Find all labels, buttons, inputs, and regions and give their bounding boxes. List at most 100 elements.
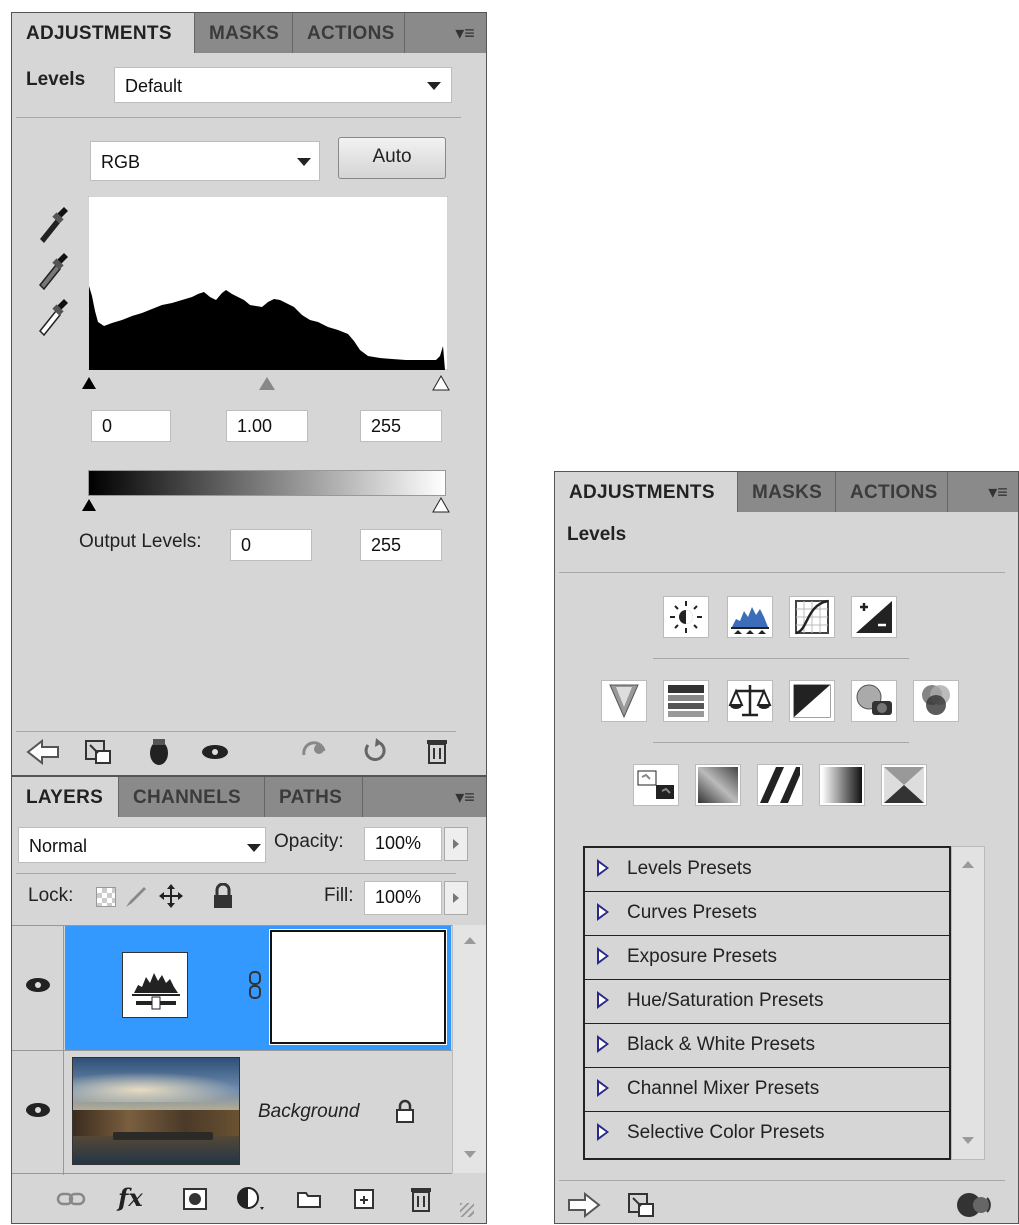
output-black-field[interactable]: 0 (230, 529, 312, 561)
fill-slider-button[interactable] (444, 881, 468, 915)
expand-view-icon[interactable] (627, 1192, 657, 1220)
visibility-eye-icon[interactable] (200, 743, 230, 761)
mask-link-icon[interactable] (248, 970, 262, 1000)
tab-adjustments[interactable]: ADJUSTMENTS (12, 13, 195, 53)
trash-icon[interactable] (426, 737, 448, 765)
presets-list: Levels Presets Curves Presets Exposure P… (583, 846, 951, 1160)
expand-triangle-icon[interactable] (597, 859, 609, 877)
tab-masks[interactable]: MASKS (195, 13, 293, 53)
expand-view-icon[interactable] (84, 739, 114, 767)
scroll-down-icon[interactable] (464, 1151, 476, 1158)
lock-all-icon[interactable] (212, 883, 234, 909)
forward-arrow-icon[interactable] (567, 1192, 601, 1218)
expand-triangle-icon[interactable] (597, 991, 609, 1009)
opacity-field[interactable]: 100% (364, 827, 442, 861)
fill-field[interactable]: 100% (364, 881, 442, 915)
return-arrow-icon[interactable] (26, 739, 60, 765)
photo-filter-icon[interactable] (851, 680, 897, 722)
input-gamma-field[interactable]: 1.00 (226, 410, 308, 442)
tab-actions[interactable]: ACTIONS (293, 13, 405, 53)
gamma-slider[interactable] (259, 377, 275, 390)
clip-to-layer-icon[interactable] (148, 737, 170, 767)
preset-selective-color[interactable]: Selective Color Presets (585, 1112, 951, 1156)
preset-levels[interactable]: Levels Presets (585, 848, 951, 892)
levels-icon[interactable] (727, 596, 773, 638)
expand-triangle-icon[interactable] (597, 947, 609, 965)
expand-triangle-icon[interactable] (597, 1123, 609, 1141)
expand-triangle-icon[interactable] (597, 1079, 609, 1097)
channel-dropdown[interactable]: RGB (90, 141, 320, 181)
expand-triangle-icon[interactable] (597, 1035, 609, 1053)
auto-button[interactable]: Auto (338, 137, 446, 179)
hue-saturation-icon[interactable] (663, 680, 709, 722)
layer-visibility-toggle[interactable] (12, 1051, 64, 1175)
exposure-icon[interactable] (851, 596, 897, 638)
output-white-field[interactable]: 255 (360, 529, 442, 561)
preset-curves[interactable]: Curves Presets (585, 892, 951, 936)
reset-icon[interactable] (362, 737, 388, 765)
scroll-down-icon[interactable] (962, 1137, 974, 1144)
chevron-down-icon (297, 158, 311, 166)
brightness-contrast-icon[interactable] (663, 596, 709, 638)
clip-to-layer-icon[interactable] (955, 1190, 995, 1220)
input-black-field[interactable]: 0 (91, 410, 171, 442)
white-eyedropper-icon[interactable] (34, 297, 70, 337)
output-black-slider[interactable] (82, 499, 96, 511)
lock-pixels-brush-icon[interactable] (124, 885, 148, 909)
scroll-up-icon[interactable] (464, 937, 476, 944)
add-mask-icon[interactable] (182, 1187, 208, 1211)
layer-visibility-toggle[interactable] (12, 926, 64, 1050)
channel-mixer-icon[interactable] (913, 680, 959, 722)
new-fill-adjustment-layer-icon[interactable] (236, 1185, 266, 1213)
panel-menu-icon[interactable]: ▾≡ (450, 21, 480, 45)
preset-hue-saturation[interactable]: Hue/Saturation Presets (585, 980, 951, 1024)
vibrance-icon[interactable] (601, 680, 647, 722)
input-white-field[interactable]: 255 (360, 410, 442, 442)
color-balance-icon[interactable] (727, 680, 773, 722)
layer-mask-thumbnail[interactable] (269, 929, 447, 1045)
layers-scrollbar[interactable] (452, 925, 486, 1173)
link-layers-icon[interactable] (56, 1191, 86, 1207)
lock-transparency-icon[interactable] (96, 887, 116, 907)
black-point-slider[interactable] (82, 377, 96, 389)
tab-channels[interactable]: CHANNELS (119, 777, 265, 817)
panel-menu-icon[interactable]: ▾≡ (450, 785, 480, 809)
blend-mode-dropdown[interactable]: Normal (18, 827, 266, 863)
preset-dropdown[interactable]: Default (114, 67, 452, 103)
preset-channel-mixer[interactable]: Channel Mixer Presets (585, 1068, 951, 1112)
divider (653, 658, 909, 659)
preset-exposure[interactable]: Exposure Presets (585, 936, 951, 980)
opacity-slider-button[interactable] (444, 827, 468, 861)
tab-paths[interactable]: PATHS (265, 777, 363, 817)
view-previous-state-icon[interactable] (300, 739, 330, 763)
resize-grip-icon[interactable] (460, 1203, 474, 1217)
posterize-icon[interactable] (695, 764, 741, 806)
presets-scrollbar[interactable] (951, 846, 985, 1160)
tab-adjustments[interactable]: ADJUSTMENTS (555, 472, 738, 512)
tab-masks[interactable]: MASKS (738, 472, 836, 512)
tab-layers[interactable]: LAYERS (12, 777, 119, 817)
layer-style-fx-button[interactable]: fx (118, 1183, 143, 1212)
gradient-map-icon[interactable] (819, 764, 865, 806)
layer-row-background[interactable]: Background (12, 1050, 452, 1175)
preset-black-white[interactable]: Black & White Presets (585, 1024, 951, 1068)
scroll-up-icon[interactable] (962, 861, 974, 868)
tab-actions[interactable]: ACTIONS (836, 472, 948, 512)
threshold-icon[interactable] (757, 764, 803, 806)
white-point-slider[interactable] (432, 374, 450, 391)
new-layer-icon[interactable] (352, 1187, 376, 1211)
selective-color-icon[interactable] (881, 764, 927, 806)
black-eyedropper-icon[interactable] (34, 205, 70, 245)
invert-icon[interactable] (633, 764, 679, 806)
delete-layer-trash-icon[interactable] (410, 1185, 432, 1213)
layer-row-levels[interactable] (12, 926, 452, 1050)
preset-label: Black & White Presets (627, 1034, 815, 1055)
lock-position-move-icon[interactable] (158, 883, 184, 909)
gray-eyedropper-icon[interactable] (34, 251, 70, 291)
expand-triangle-icon[interactable] (597, 903, 609, 921)
output-white-slider[interactable] (432, 496, 450, 518)
panel-menu-icon[interactable]: ▾≡ (983, 480, 1013, 504)
curves-icon[interactable] (789, 596, 835, 638)
black-white-icon[interactable] (789, 680, 835, 722)
new-group-folder-icon[interactable] (296, 1189, 322, 1209)
